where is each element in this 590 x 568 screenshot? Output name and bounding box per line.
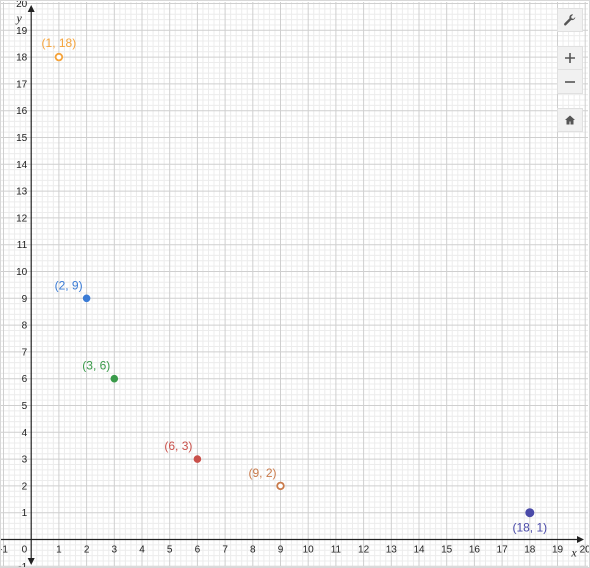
y-tick-label: 15 bbox=[16, 133, 28, 144]
y-tick-label: 16 bbox=[16, 106, 28, 117]
x-tick-label: 18 bbox=[524, 545, 536, 556]
zoom-out-button[interactable] bbox=[557, 70, 583, 94]
point-label: (18, 1) bbox=[512, 521, 547, 535]
x-tick-label: 2 bbox=[84, 545, 90, 556]
x-tick-label: 20 bbox=[580, 545, 590, 556]
data-point[interactable] bbox=[276, 481, 285, 491]
x-tick-label: 6 bbox=[195, 545, 201, 556]
x-tick-label: 10 bbox=[303, 545, 315, 556]
zoom-in-button[interactable] bbox=[557, 46, 583, 70]
x-tick-label: 19 bbox=[552, 545, 564, 556]
x-tick-label: 8 bbox=[250, 545, 256, 556]
data-points bbox=[54, 52, 535, 518]
y-tick-label: 10 bbox=[16, 267, 28, 278]
graph-settings-button[interactable] bbox=[557, 8, 583, 32]
x-axis-arrow bbox=[577, 536, 584, 543]
y-tick-label: 5 bbox=[22, 401, 28, 412]
data-point[interactable] bbox=[82, 294, 91, 303]
data-point[interactable] bbox=[54, 52, 64, 62]
y-tick-label: 14 bbox=[16, 160, 28, 171]
y-tick-label: 6 bbox=[22, 374, 28, 385]
point-label: (3, 6) bbox=[82, 359, 110, 373]
y-tick-label: 18 bbox=[16, 53, 28, 64]
tick-labels: -11234567891011121314151617181920-112345… bbox=[0, 0, 590, 568]
x-tick-label: 3 bbox=[112, 545, 118, 556]
y-axis-arrow-down bbox=[27, 558, 35, 565]
graph-toolbar bbox=[557, 8, 583, 132]
x-tick-label: 13 bbox=[386, 545, 398, 556]
y-tick-label: 20 bbox=[16, 0, 28, 10]
y-tick-label: 2 bbox=[22, 481, 28, 492]
y-tick-label: 3 bbox=[22, 455, 28, 466]
origin-label: 0 bbox=[22, 545, 28, 556]
y-tick-label: 1 bbox=[22, 508, 28, 519]
y-tick-label: 7 bbox=[22, 347, 28, 358]
minor-grid bbox=[0, 2, 588, 566]
y-tick-label: 12 bbox=[16, 213, 28, 224]
data-point[interactable] bbox=[525, 508, 535, 518]
wrench-icon bbox=[564, 14, 576, 26]
x-tick-label: 1 bbox=[56, 545, 62, 556]
y-tick-label: -1 bbox=[18, 562, 27, 568]
x-tick-label: 7 bbox=[222, 545, 228, 556]
default-viewport-button[interactable] bbox=[557, 108, 583, 132]
point-label: (1, 18) bbox=[42, 36, 77, 50]
home-icon bbox=[565, 115, 575, 125]
coordinate-plane[interactable]: -11234567891011121314151617181920-112345… bbox=[0, 0, 590, 568]
y-tick-label: 13 bbox=[16, 187, 28, 198]
point-label: (6, 3) bbox=[164, 439, 192, 453]
x-tick-label: 17 bbox=[497, 545, 509, 556]
y-tick-label: 9 bbox=[22, 294, 28, 305]
plus-icon bbox=[565, 53, 575, 63]
x-tick-label: 14 bbox=[413, 545, 425, 556]
y-tick-label: 11 bbox=[17, 240, 28, 251]
y-axis-title: y bbox=[16, 11, 23, 25]
x-tick-label: 5 bbox=[167, 545, 173, 556]
x-tick-label: 16 bbox=[469, 545, 481, 556]
y-tick-label: 8 bbox=[22, 321, 28, 332]
y-tick-label: 4 bbox=[22, 428, 28, 439]
x-tick-label: 12 bbox=[358, 545, 370, 556]
y-tick-label: 17 bbox=[16, 79, 28, 90]
y-tick-label: 19 bbox=[16, 26, 28, 37]
data-point[interactable] bbox=[193, 455, 202, 463]
minus-icon bbox=[565, 80, 575, 83]
x-tick-label: -1 bbox=[0, 545, 8, 556]
x-axis-title: x bbox=[570, 546, 577, 560]
x-tick-label: 4 bbox=[139, 545, 145, 556]
x-tick-label: 11 bbox=[331, 545, 342, 556]
data-point[interactable] bbox=[110, 374, 119, 383]
x-tick-label: 15 bbox=[441, 545, 453, 556]
x-tick-label: 9 bbox=[278, 545, 284, 556]
point-label: (9, 2) bbox=[248, 466, 276, 480]
major-grid bbox=[0, 2, 588, 567]
point-label: (2, 9) bbox=[55, 278, 83, 292]
